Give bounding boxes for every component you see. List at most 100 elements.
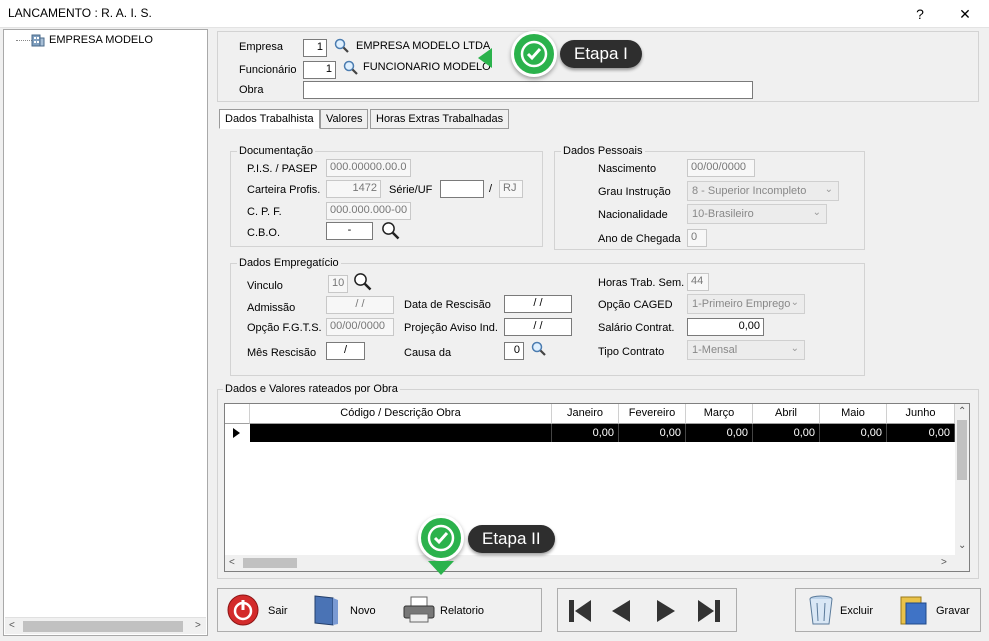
table-cell[interactable]: 0,00 bbox=[753, 424, 820, 442]
printer-icon bbox=[403, 596, 435, 623]
tab-dados-trabalhista[interactable]: Dados Trabalhista bbox=[219, 109, 320, 129]
caged-select[interactable]: 1-Primeiro Emprego ⌄ bbox=[687, 294, 805, 314]
scroll-right-icon[interactable]: > bbox=[941, 557, 947, 568]
tipo-contrato-value: 1-Mensal bbox=[692, 344, 738, 356]
dados-pessoais-title: Dados Pessoais bbox=[561, 145, 645, 157]
funcionario-code-field[interactable]: 1 bbox=[303, 61, 336, 79]
title-bar: LANCAMENTO : R. A. I. S. ? ✕ bbox=[0, 0, 989, 28]
tree-horizontal-scrollbar[interactable]: < > bbox=[5, 617, 206, 634]
pis-label: P.I.S. / PASEP bbox=[247, 163, 318, 175]
admissao-field[interactable]: / / bbox=[326, 296, 394, 314]
table-cell[interactable]: 0,00 bbox=[820, 424, 887, 442]
search-icon[interactable] bbox=[353, 272, 373, 292]
column-header[interactable]: Janeiro bbox=[552, 404, 619, 424]
tab-valores[interactable]: Valores bbox=[320, 109, 369, 129]
scroll-right-icon[interactable]: > bbox=[195, 620, 201, 631]
current-row-arrow-icon bbox=[233, 428, 240, 438]
tipo-contrato-select[interactable]: 1-Mensal ⌄ bbox=[687, 340, 805, 360]
grau-instrucao-select[interactable]: 8 - Superior Incompleto ⌄ bbox=[687, 181, 839, 201]
column-header[interactable]: Fevereiro bbox=[619, 404, 686, 424]
novo-button[interactable]: Novo bbox=[305, 591, 385, 629]
vinculo-label: Vinculo bbox=[247, 280, 283, 292]
help-button[interactable]: ? bbox=[910, 4, 930, 24]
table-cell[interactable]: 0,00 bbox=[619, 424, 686, 442]
causa-field[interactable]: 0 bbox=[504, 342, 524, 360]
nacionalidade-label: Nacionalidade bbox=[598, 209, 668, 221]
relatorio-button[interactable]: Relatorio bbox=[392, 591, 488, 629]
scroll-left-icon[interactable]: < bbox=[229, 557, 235, 568]
search-icon[interactable] bbox=[343, 60, 359, 76]
excluir-label: Excluir bbox=[840, 605, 874, 617]
mes-rescisao-field[interactable]: / bbox=[326, 342, 365, 360]
search-icon[interactable] bbox=[334, 38, 350, 54]
table-cell[interactable]: 0,00 bbox=[686, 424, 753, 442]
search-icon[interactable] bbox=[381, 221, 401, 241]
excluir-button[interactable]: Excluir bbox=[800, 591, 882, 629]
cbo-label: C.B.O. bbox=[247, 227, 281, 239]
column-header[interactable]: Abril bbox=[753, 404, 820, 424]
gravar-label: Gravar bbox=[936, 605, 970, 617]
cpf-label: C. P. F. bbox=[247, 206, 282, 218]
fgts-field[interactable]: 00/00/0000 bbox=[326, 318, 394, 336]
aviso-field[interactable]: / / bbox=[504, 318, 572, 336]
novo-label: Novo bbox=[350, 605, 376, 617]
tab-horas-extras[interactable]: Horas Extras Trabalhadas bbox=[370, 109, 510, 129]
horas-trab-field[interactable]: 44 bbox=[687, 273, 709, 291]
next-record-icon[interactable] bbox=[651, 596, 681, 626]
uf-field[interactable]: RJ bbox=[499, 180, 523, 198]
carteira-field[interactable]: 1472 bbox=[326, 180, 381, 198]
empresa-code-field[interactable]: 1 bbox=[303, 39, 327, 57]
window-title: LANCAMENTO : R. A. I. S. bbox=[8, 6, 152, 20]
last-record-icon[interactable] bbox=[694, 596, 724, 626]
rateio-title: Dados e Valores rateados por Obra bbox=[223, 383, 400, 395]
sair-button[interactable]: Sair bbox=[222, 591, 298, 629]
obra-label: Obra bbox=[239, 84, 264, 96]
close-button[interactable]: ✕ bbox=[955, 4, 975, 24]
trash-icon bbox=[809, 595, 833, 625]
tipo-contrato-label: Tipo Contrato bbox=[598, 346, 665, 358]
serie-uf-separator: / bbox=[489, 183, 493, 195]
grid-vertical-scrollbar[interactable]: ⌃ ⌄ bbox=[955, 404, 969, 555]
nacionalidade-select[interactable]: 10-Brasileiro ⌄ bbox=[687, 204, 827, 224]
vinculo-field[interactable]: 10 bbox=[328, 275, 348, 293]
scroll-left-icon[interactable]: < bbox=[9, 620, 15, 631]
chevron-down-icon: ⌄ bbox=[790, 297, 799, 308]
checkmark-icon bbox=[418, 515, 464, 561]
ano-chegada-field[interactable]: 0 bbox=[687, 229, 707, 247]
scroll-up-icon[interactable]: ⌃ bbox=[958, 406, 966, 417]
gravar-button[interactable]: Gravar bbox=[892, 591, 976, 629]
table-cell[interactable]: 0,00 bbox=[552, 424, 619, 442]
cpf-field[interactable]: 000.000.000-00 bbox=[326, 202, 411, 220]
table-cell[interactable] bbox=[250, 424, 552, 442]
rateio-grid[interactable]: Código / Descrição Obra Janeiro Fevereir… bbox=[224, 403, 970, 572]
chevron-down-icon: ⌄ bbox=[812, 207, 821, 218]
search-icon[interactable] bbox=[531, 341, 547, 357]
column-header[interactable]: Março bbox=[686, 404, 753, 424]
column-header[interactable]: Junho bbox=[887, 404, 955, 424]
obra-field[interactable] bbox=[303, 81, 753, 99]
funcionario-name: FUNCIONARIO MODELO bbox=[363, 61, 491, 73]
column-header[interactable]: Código / Descrição Obra bbox=[250, 404, 552, 424]
grau-instrucao-value: 8 - Superior Incompleto bbox=[692, 185, 807, 197]
new-document-icon bbox=[314, 595, 338, 626]
salario-field[interactable]: 0,00 bbox=[687, 318, 764, 336]
grid-horizontal-scrollbar[interactable]: < > bbox=[225, 555, 969, 571]
column-header[interactable]: Maio bbox=[820, 404, 887, 424]
pis-field[interactable]: 000.00000.00.0 bbox=[326, 159, 411, 177]
previous-record-icon[interactable] bbox=[606, 596, 636, 626]
serie-field[interactable] bbox=[440, 180, 484, 198]
first-record-icon[interactable] bbox=[565, 596, 595, 626]
tree-item-empresa-modelo[interactable]: EMPRESA MODELO bbox=[49, 34, 153, 46]
scroll-down-icon[interactable]: ⌄ bbox=[958, 540, 966, 551]
scroll-thumb[interactable] bbox=[243, 558, 297, 568]
empresa-label: Empresa bbox=[239, 41, 284, 53]
fgts-label: Opção F.G.T.S. bbox=[247, 322, 322, 334]
dados-empregaticio-title: Dados Empregatício bbox=[237, 257, 341, 269]
company-tree[interactable]: EMPRESA MODELO < > bbox=[3, 29, 208, 636]
rescisao-field[interactable]: / / bbox=[504, 295, 572, 313]
scroll-thumb[interactable] bbox=[957, 420, 967, 480]
scroll-thumb[interactable] bbox=[23, 621, 183, 632]
cbo-field[interactable]: - bbox=[326, 222, 373, 240]
nascimento-field[interactable]: 00/00/0000 bbox=[687, 159, 755, 177]
table-cell[interactable]: 0,00 bbox=[887, 424, 955, 442]
